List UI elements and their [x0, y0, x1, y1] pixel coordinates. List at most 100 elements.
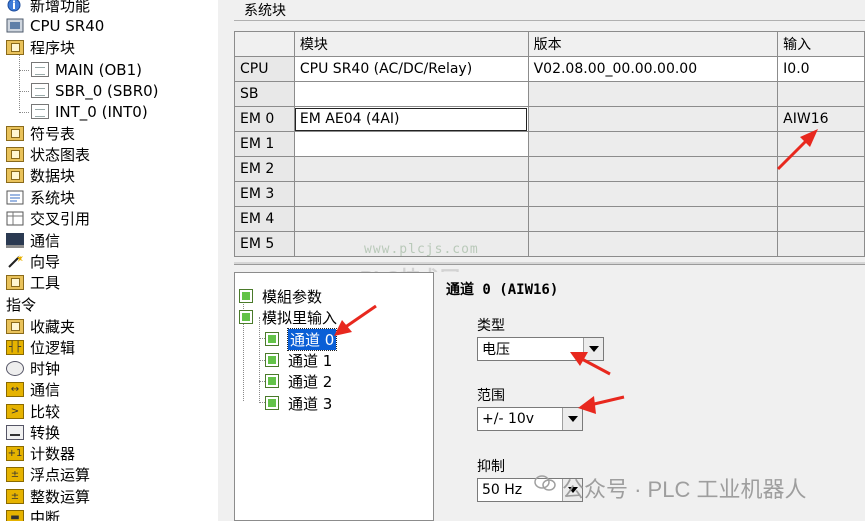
tree-item-program-blocks[interactable]: 程序块	[6, 37, 75, 58]
folder-icon	[6, 40, 24, 55]
table-row: EM 2	[234, 156, 865, 182]
tree-connector	[19, 91, 29, 92]
tree-item-main-ob1[interactable]: MAIN (OB1)	[31, 59, 142, 80]
instructions-heading-label: 指令	[6, 296, 37, 314]
row-header-slot: EM 1	[234, 131, 295, 157]
tree-connector	[19, 112, 29, 113]
tree-item-label: CPU SR40	[30, 16, 105, 35]
instruction-item-label: 收藏夹	[30, 318, 76, 336]
instruction-item-label: 浮点运算	[30, 466, 91, 484]
table-row: EM 4	[234, 206, 865, 232]
green-check-icon	[265, 396, 279, 410]
row-header-slot: CPU	[234, 56, 295, 82]
input-cell	[777, 181, 865, 207]
instruction-item-label: 时钟	[30, 360, 61, 378]
tree-item-symbol-table[interactable]: 符号表	[6, 123, 75, 144]
module-cell[interactable]	[293, 131, 529, 157]
module-cell[interactable]	[293, 156, 529, 182]
instruction-item-convert[interactable]: 转换	[6, 422, 60, 443]
type-label: 类型	[477, 318, 505, 334]
watermark-site: www.plcjs.com	[364, 242, 479, 257]
tree-connector	[19, 70, 29, 71]
tree-item-cpu[interactable]: CPU SR40	[6, 15, 104, 36]
row-header-slot: EM 5	[234, 231, 295, 257]
tree-item-data-block[interactable]: 数据块	[6, 165, 75, 186]
tree-connector	[19, 55, 20, 110]
tree-item-new-features[interactable]: 新增功能	[6, 0, 90, 16]
table-row: EM 5	[234, 231, 865, 257]
version-cell	[527, 156, 779, 182]
table-row: EM 0 EM AE04 (4AI) AIW16	[234, 106, 865, 132]
instruction-item-counter[interactable]: +1 计数器	[6, 443, 75, 464]
chevron-down-icon[interactable]	[562, 408, 582, 430]
title-divider	[234, 20, 865, 21]
column-header-module[interactable]: 模块	[293, 31, 529, 57]
range-label: 范围	[477, 388, 505, 404]
instruction-item-interrupt[interactable]: ▬ 中断	[6, 507, 60, 521]
version-cell	[527, 131, 779, 157]
tree-item-int0[interactable]: INT_0 (INT0)	[31, 101, 148, 122]
tree-item-status-chart[interactable]: 状态图表	[6, 144, 90, 165]
instruction-item-favorites[interactable]: 收藏夹	[6, 316, 75, 337]
column-header-slot	[234, 31, 295, 57]
param-item-channel-2[interactable]: 通道 2	[265, 371, 332, 391]
tree-item-communication[interactable]: 通信	[6, 230, 60, 251]
version-cell	[527, 81, 779, 107]
tree-item-tools[interactable]: 工具	[6, 272, 60, 293]
row-header-slot: SB	[234, 81, 295, 107]
version-cell	[527, 231, 779, 257]
info-icon	[6, 0, 24, 13]
watermark-credit: 公众号 · PLC 工业机器人	[562, 477, 807, 502]
tree-item-label: SBR_0 (SBR0)	[55, 81, 159, 100]
dialog-title: 系统块	[244, 3, 286, 19]
row-header-slot: EM 3	[234, 181, 295, 207]
row-header-slot: EM 4	[234, 206, 295, 232]
tree-item-system-block[interactable]: 系统块	[6, 187, 75, 208]
instruction-item-clock[interactable]: 时钟	[6, 358, 60, 379]
module-cell[interactable]	[293, 181, 529, 207]
cpu-icon	[6, 18, 24, 33]
table-row: EM 3	[234, 181, 865, 207]
column-header-input[interactable]: 输入	[777, 31, 865, 57]
param-item-analog-input[interactable]: 模拟里输入	[239, 307, 337, 327]
pane-splitter[interactable]	[234, 262, 865, 265]
instruction-item-label: 比较	[30, 403, 61, 421]
param-item-channel-3[interactable]: 通道 3	[265, 393, 332, 413]
input-cell	[777, 131, 865, 157]
instruction-item-integer-math[interactable]: ± 整数运算	[6, 486, 90, 507]
param-item-channel-1[interactable]: 通道 1	[265, 350, 332, 370]
table-row: SB	[234, 81, 865, 107]
folder-icon	[6, 147, 24, 162]
tree-item-label: 工具	[30, 274, 61, 292]
instruction-item-compare[interactable]: > 比较	[6, 401, 60, 422]
tree-item-cross-reference[interactable]: 交叉引用	[6, 208, 90, 229]
module-cell[interactable]	[293, 81, 529, 107]
green-check-icon	[265, 353, 279, 367]
tree-item-label: 通信	[30, 232, 61, 250]
instruction-item-label: 转换	[30, 424, 61, 442]
program-block-icon	[31, 62, 49, 77]
green-check-icon	[239, 310, 253, 324]
param-item-channel-0[interactable]: 通道 0	[265, 327, 338, 351]
tree-item-wizard[interactable]: 向导	[6, 251, 60, 272]
instruction-item-label: 通信	[30, 381, 61, 399]
parameter-tree: 模組参数 模拟里输入 通道 0 通道 1 通道 2 通道 3	[234, 272, 434, 521]
green-check-icon	[265, 332, 279, 346]
communication-icon: ↔	[6, 382, 24, 397]
param-item-module-params[interactable]: 模組参数	[239, 286, 322, 306]
module-cell[interactable]	[293, 206, 529, 232]
module-cell-selected[interactable]: EM AE04 (4AI)	[293, 106, 529, 132]
instruction-item-communication[interactable]: ↔ 通信	[6, 379, 60, 400]
folder-icon	[6, 319, 24, 334]
type-select[interactable]: 电压	[477, 337, 604, 361]
tree-item-sbr0[interactable]: SBR_0 (SBR0)	[31, 80, 159, 101]
range-select[interactable]: +/- 10v	[477, 407, 583, 431]
module-cell[interactable]: CPU SR40 (AC/DC/Relay)	[293, 56, 529, 82]
chevron-down-icon[interactable]	[583, 338, 603, 360]
instruction-item-bit-logic[interactable]: ┤├ 位逻辑	[6, 337, 75, 358]
row-header-slot: EM 2	[234, 156, 295, 182]
instruction-item-float-math[interactable]: ± 浮点运算	[6, 464, 90, 485]
instructions-heading[interactable]: 指令	[6, 294, 36, 315]
column-header-version[interactable]: 版本	[527, 31, 779, 57]
convert-icon	[6, 425, 24, 440]
